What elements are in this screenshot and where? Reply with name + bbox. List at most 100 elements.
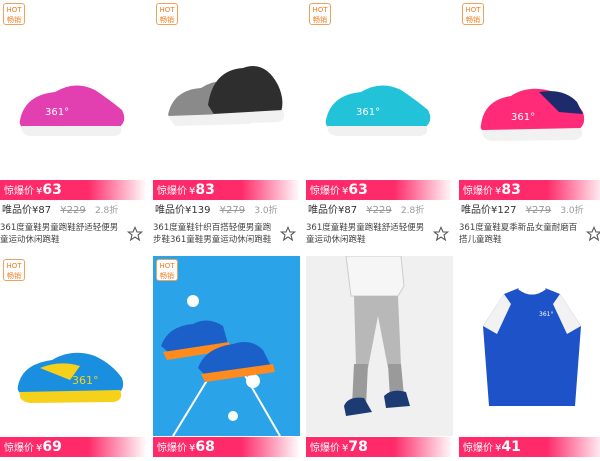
product-card[interactable]: HOT 畅销 361° 惊爆价 ¥63 唯品价¥87 ¥229 2.8折 361度… [306, 0, 453, 256]
sneaker-icon: 361° [325, 85, 431, 136]
svg-text:361°: 361° [511, 112, 535, 123]
discount: 2.8折 [94, 206, 119, 216]
flash-price-bar: 惊爆价 ¥63 [0, 180, 147, 200]
hot-badge: HOT 畅销 [309, 3, 331, 25]
price-label: 惊爆价 [4, 186, 34, 197]
hot-badge-subtext: 畅销 [466, 16, 480, 24]
flash-price: 41 [501, 439, 521, 455]
hot-badge-subtext: 畅销 [313, 16, 327, 24]
favorite-star-icon[interactable] [280, 226, 296, 242]
product-card[interactable]: HOT 畅销 361° 惊爆价 ¥69 [0, 256, 147, 461]
svg-text:361°: 361° [539, 311, 553, 318]
price-meta: 唯品价¥127 ¥279 3.0折 [459, 203, 600, 219]
svg-text:361°: 361° [356, 107, 380, 118]
product-image[interactable]: HOT 畅销 361° [306, 0, 453, 180]
price-meta: 唯品价¥87 ¥229 2.8折 [0, 203, 147, 219]
hot-badge-subtext: 畅销 [7, 16, 21, 24]
discount: 3.0折 [560, 206, 584, 216]
product-image[interactable]: HOT 畅销 [153, 256, 300, 436]
discount: 2.8折 [400, 206, 425, 216]
svg-text:361°: 361° [45, 107, 69, 118]
flash-price: 63 [348, 182, 368, 198]
flash-price-bar: 惊爆价 ¥83 [459, 180, 600, 200]
flash-price-bar: 惊爆价 ¥68 [153, 437, 300, 457]
hot-badge: HOT 畅销 [156, 259, 178, 281]
price-meta: 唯品价¥139 ¥279 3.0折 [153, 203, 300, 219]
price-meta: 唯品价¥87 ¥229 2.8折 [306, 203, 453, 219]
product-card[interactable]: HOT 畅销 惊爆价 ¥68 [153, 256, 300, 461]
product-title[interactable]: 361度童鞋男童跑鞋舒适轻便男童运动休闲跑鞋 [306, 222, 428, 248]
favorite-star-icon[interactable] [433, 226, 449, 242]
flash-price: 63 [42, 182, 62, 198]
hot-badge: HOT 畅销 [156, 3, 178, 25]
price-label: 惊爆价 [463, 186, 493, 197]
product-card[interactable]: HOT 畅销 惊爆价 ¥83 唯品价¥139 ¥279 3.0折 361度童鞋针织… [153, 0, 300, 256]
product-grid: HOT 畅销 361° 惊爆价 ¥63 唯品价¥87 ¥229 2.8折 361度… [0, 0, 600, 461]
product-image[interactable]: HOT 畅销 361° [459, 0, 600, 180]
vip-label: 唯品价 [2, 205, 32, 216]
price-label: 惊爆价 [310, 186, 340, 197]
vip-label: 唯品价 [461, 205, 491, 216]
hot-badge-subtext: 畅销 [7, 272, 21, 280]
product-title[interactable]: 361度童鞋针织百搭轻便男童跑步鞋361童鞋男童运动休闲跑鞋 [153, 222, 275, 248]
product-card[interactable]: 361° 惊爆价 ¥41 [459, 256, 600, 461]
hot-badge-subtext: 畅销 [160, 272, 174, 280]
hot-badge-text: HOT [159, 262, 175, 270]
hot-badge-subtext: 畅销 [160, 16, 174, 24]
sneaker-icon [153, 256, 300, 436]
flash-price-bar: 惊爆价 ¥69 [0, 437, 147, 457]
svg-text:361°: 361° [72, 374, 99, 387]
product-image[interactable]: 361° [459, 256, 600, 436]
sneaker-icon: 361° [480, 88, 585, 141]
sneaker-icon: 361° [17, 352, 124, 403]
flash-price: 83 [195, 182, 215, 198]
original-price: 229 [66, 205, 86, 216]
product-title[interactable]: 361度童鞋夏季新品女童耐磨百搭儿童跑鞋 [459, 222, 581, 248]
product-title[interactable]: 361度童鞋男童跑鞋舒适轻便男童运动休闲跑鞋 [0, 222, 122, 248]
product-card[interactable]: 惊爆价 ¥78 [306, 256, 453, 461]
hot-badge-text: HOT [6, 262, 22, 270]
hot-badge-text: HOT [6, 6, 22, 14]
model-photo-icon [306, 256, 453, 436]
shirt-icon: 361° [483, 286, 581, 406]
product-card[interactable]: HOT 畅销 361° 惊爆价 ¥63 唯品价¥87 ¥229 2.8折 361度… [0, 0, 147, 256]
flash-price: 83 [501, 182, 521, 198]
price-label: 惊爆价 [157, 186, 187, 197]
sneaker-icon: 361° [19, 85, 125, 136]
flash-price-bar: 惊爆价 ¥83 [153, 180, 300, 200]
discount: 3.0折 [254, 206, 278, 216]
vip-price: 139 [191, 205, 211, 216]
hot-badge-text: HOT [159, 6, 175, 14]
product-image[interactable]: HOT 畅销 [153, 0, 300, 180]
hot-badge: HOT 畅销 [3, 259, 25, 281]
price-label: 惊爆价 [463, 443, 493, 454]
hot-badge: HOT 畅销 [462, 3, 484, 25]
hot-badge: HOT 畅销 [3, 3, 25, 25]
original-price: 279 [226, 205, 246, 216]
flash-price: 69 [42, 439, 62, 455]
favorite-star-icon[interactable] [127, 226, 143, 242]
product-image[interactable] [306, 256, 453, 436]
flash-price: 78 [348, 439, 368, 455]
vip-label: 唯品价 [308, 205, 338, 216]
vip-label: 唯品价 [155, 205, 185, 216]
product-card[interactable]: HOT 畅销 361° 惊爆价 ¥83 唯品价¥127 ¥279 3.0折 361… [459, 0, 600, 256]
flash-price: 68 [195, 439, 215, 455]
flash-price-bar: 惊爆价 ¥63 [306, 180, 453, 200]
product-image[interactable]: HOT 畅销 361° [0, 0, 147, 180]
original-price: 279 [532, 205, 552, 216]
original-price: 229 [372, 205, 392, 216]
price-label: 惊爆价 [4, 443, 34, 454]
vip-price: 87 [344, 205, 358, 216]
hot-badge-text: HOT [465, 6, 481, 14]
price-label: 惊爆价 [157, 443, 187, 454]
product-image[interactable]: HOT 畅销 361° [0, 256, 147, 436]
flash-price-bar: 惊爆价 ¥41 [459, 437, 600, 457]
vip-price: 87 [38, 205, 52, 216]
sneaker-icon [168, 66, 285, 126]
flash-price-bar: 惊爆价 ¥78 [306, 437, 453, 457]
vip-price: 127 [497, 205, 517, 216]
favorite-star-icon[interactable] [586, 226, 600, 242]
hot-badge-text: HOT [312, 6, 328, 14]
price-label: 惊爆价 [310, 443, 340, 454]
